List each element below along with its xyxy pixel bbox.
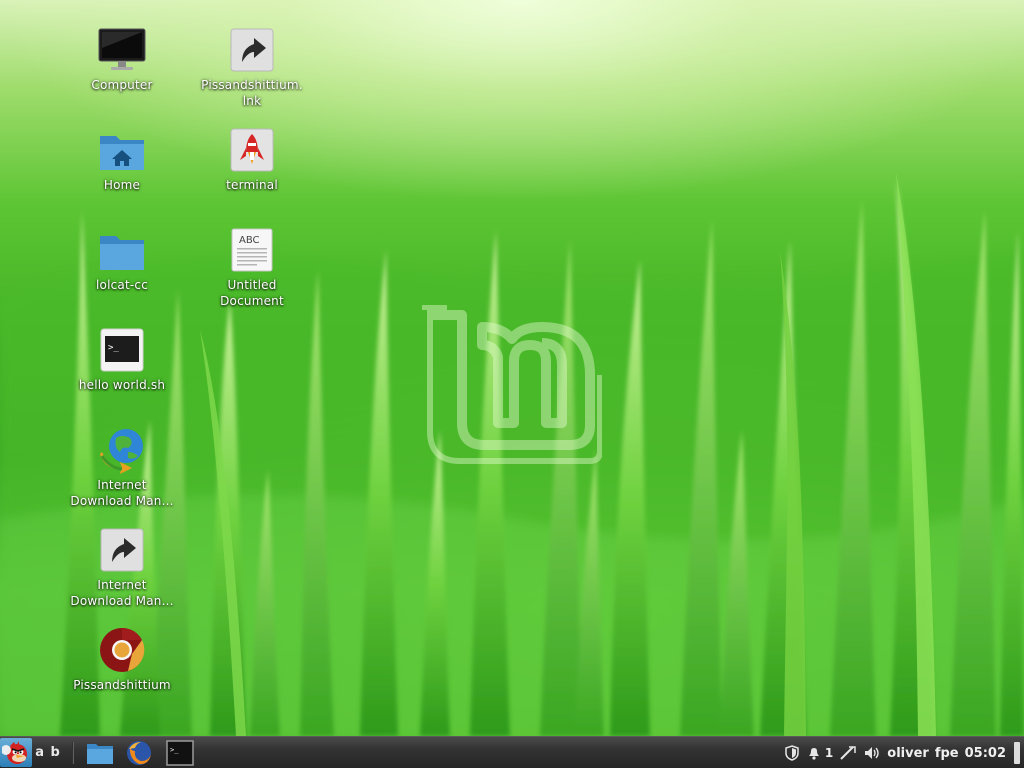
- desktop-icon-lolcat-cc[interactable]: lolcat-cc: [62, 226, 182, 293]
- clock[interactable]: 05:02: [965, 746, 1006, 761]
- menu-button[interactable]: [0, 738, 32, 767]
- panel-separator: [72, 742, 74, 764]
- desktop-icon-internet-download-manager-link[interactable]: Internet Download Man...: [62, 526, 182, 609]
- launcher-terminal[interactable]: >_: [164, 738, 196, 767]
- system-tray: 1 oliver fpe 05:02: [784, 737, 1006, 769]
- workspace-switcher[interactable]: a b: [33, 738, 63, 767]
- shortcut-link-icon: [98, 526, 146, 574]
- folder-icon: [98, 226, 146, 274]
- svg-text:ABC: ABC: [239, 235, 260, 246]
- volume-icon[interactable]: [863, 745, 881, 761]
- shortcut-link-icon: [228, 26, 276, 74]
- notifications-icon[interactable]: [806, 745, 822, 761]
- firefox-icon: [127, 740, 151, 765]
- download-manager-icon: [98, 426, 146, 474]
- icon-label: hello world.sh: [78, 378, 166, 392]
- rocket-launcher-icon: [228, 126, 276, 174]
- monitor-icon: [98, 26, 146, 74]
- svg-text:>_: >_: [108, 343, 119, 353]
- desktop-background[interactable]: Computer Home lolcat-cc >_ hello world.s…: [0, 0, 1024, 736]
- icon-label: Pissandshittium. lnk: [201, 78, 303, 108]
- svg-text:>_: >_: [170, 746, 179, 754]
- network-icon[interactable]: [839, 745, 857, 761]
- show-desktop-button[interactable]: [1014, 742, 1020, 764]
- launcher-firefox[interactable]: [123, 738, 155, 767]
- icon-label: Internet Download Man...: [70, 478, 174, 508]
- notification-count: 1: [824, 746, 834, 760]
- desktop-icon-internet-download-manager[interactable]: Internet Download Man...: [62, 426, 182, 509]
- desktop-icon-pissandshittium[interactable]: Pissandshittium: [62, 626, 182, 693]
- text-document-icon: ABC: [228, 226, 276, 274]
- desktop-icon-home[interactable]: Home: [62, 126, 182, 193]
- icon-label: Untitled Document: [220, 278, 284, 308]
- icon-label: Home: [103, 178, 141, 192]
- user-name[interactable]: oliver: [887, 746, 929, 761]
- angry-bird-menu-icon: [2, 740, 27, 764]
- user-extra[interactable]: fpe: [935, 746, 959, 761]
- desktop-icon-computer[interactable]: Computer: [62, 26, 182, 93]
- desktop-icon-untitled-document[interactable]: ABC Untitled Document: [192, 226, 312, 309]
- launcher-file-manager[interactable]: [84, 738, 116, 767]
- desktop-icon-hello-world[interactable]: >_ hello world.sh: [62, 326, 182, 393]
- terminal-icon: >_: [166, 739, 194, 766]
- terminal-script-icon: >_: [98, 326, 146, 374]
- icon-label: Computer: [91, 78, 153, 92]
- shield-icon[interactable]: [784, 745, 800, 761]
- icon-label: Pissandshittium: [73, 678, 171, 692]
- icon-label: Internet Download Man...: [70, 578, 174, 608]
- bottom-panel: a b >_ 1 oliver fpe 05:02: [0, 736, 1024, 768]
- home-folder-icon: [98, 126, 146, 174]
- linux-mint-logo: [422, 305, 602, 464]
- desktop-icon-terminal[interactable]: terminal: [192, 126, 312, 193]
- icon-label: lolcat-cc: [96, 278, 148, 292]
- icon-label: terminal: [226, 178, 278, 192]
- desktop-icon-pissandshittium-lnk[interactable]: Pissandshittium. lnk: [192, 26, 312, 109]
- chromium-icon: [98, 626, 146, 674]
- file-manager-icon: [87, 743, 113, 764]
